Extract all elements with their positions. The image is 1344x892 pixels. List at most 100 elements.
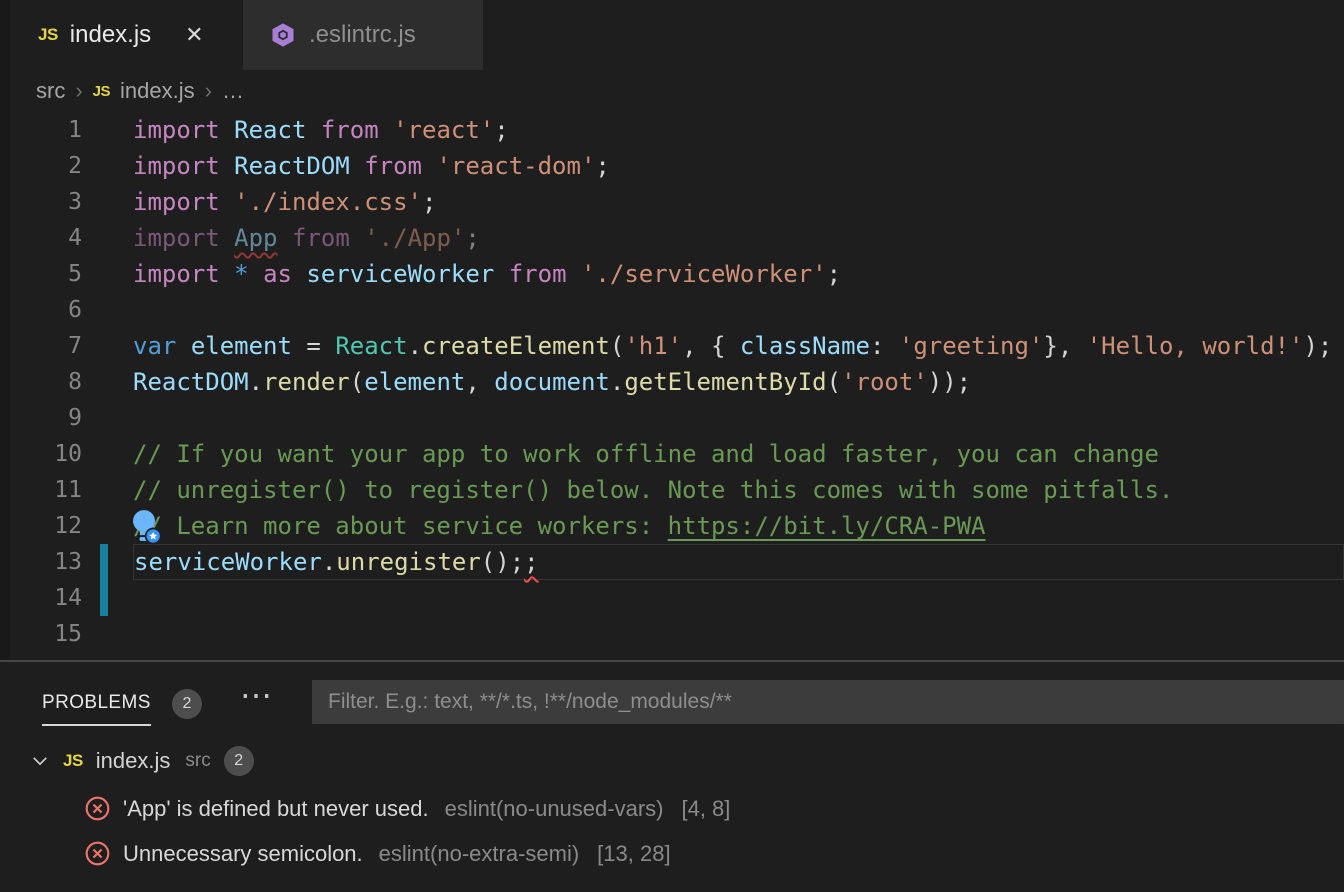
code-token: import	[133, 260, 220, 288]
code-token: // If you want your app to work offline …	[133, 440, 1159, 468]
code-text[interactable]: ReactDOM.render(element, document.getEle…	[133, 364, 1344, 400]
code-line-10[interactable]: 10// If you want your app to work offlin…	[0, 436, 1344, 472]
breadcrumb-ellipsis[interactable]: …	[222, 78, 244, 104]
code-token: serviceWorker	[306, 260, 494, 288]
js-file-icon: JS	[63, 751, 83, 771]
code-line-8[interactable]: 8ReactDOM.render(element, document.getEl…	[0, 364, 1344, 400]
code-text[interactable]: import ReactDOM from 'react-dom';	[133, 148, 1344, 184]
problem-position: [4, 8]	[681, 796, 730, 822]
code-token	[278, 224, 292, 252]
line-number[interactable]: 14	[0, 585, 133, 611]
code-line-9[interactable]: 9	[0, 400, 1344, 436]
code-token	[567, 260, 581, 288]
code-token: (	[827, 368, 841, 396]
chevron-down-icon[interactable]	[30, 751, 50, 771]
code-token: import	[133, 188, 220, 216]
code-token: element	[364, 368, 465, 396]
eslint-icon	[269, 21, 297, 49]
code-token: ));	[928, 368, 971, 396]
file-path: src	[185, 750, 210, 772]
line-number[interactable]: 11	[0, 477, 133, 503]
tab-label: .eslintrc.js	[309, 21, 416, 49]
line-number[interactable]: 4	[0, 225, 133, 251]
code-line-1[interactable]: 1import React from 'react';	[0, 112, 1344, 148]
line-number[interactable]: 8	[0, 369, 133, 395]
error-icon	[84, 840, 111, 867]
code-token: './serviceWorker'	[581, 260, 827, 288]
code-text[interactable]: // unregister() to register() below. Not…	[133, 472, 1344, 508]
code-token	[220, 224, 234, 252]
code-token: 'root'	[841, 368, 928, 396]
line-number[interactable]: 3	[0, 189, 133, 215]
code-line-5[interactable]: 5import * as serviceWorker from './servi…	[0, 256, 1344, 292]
code-token: React	[335, 332, 407, 360]
problem-source: eslint(no-extra-semi)	[379, 841, 580, 867]
problems-tab[interactable]: PROBLEMS	[42, 692, 151, 726]
code-token: from	[509, 260, 567, 288]
code-line-2[interactable]: 2import ReactDOM from 'react-dom';	[0, 148, 1344, 184]
code-text[interactable]: serviceWorker.unregister();;	[133, 544, 1344, 580]
code-token: import	[133, 116, 220, 144]
line-number[interactable]: 13	[0, 549, 133, 575]
code-token	[494, 260, 508, 288]
code-token: App	[234, 224, 277, 252]
tab-eslintrc-js[interactable]: .eslintrc.js	[243, 0, 483, 70]
line-number[interactable]: 12	[0, 513, 133, 539]
code-text[interactable]: // If you want your app to work offline …	[133, 436, 1344, 472]
problem-row-1[interactable]: 'App' is defined but never used.eslint(n…	[0, 786, 1344, 831]
code-token: .	[408, 332, 422, 360]
line-number[interactable]: 10	[0, 441, 133, 467]
code-text[interactable]	[133, 292, 1344, 328]
lightbulb-quickfix-icon[interactable]	[124, 506, 164, 546]
js-file-icon: JS	[38, 25, 58, 45]
problems-file-group[interactable]: JS index.js src 2	[0, 738, 1344, 784]
code-text[interactable]: import * as serviceWorker from './servic…	[133, 256, 1344, 292]
breadcrumb-item-src[interactable]: src	[36, 78, 65, 104]
code-text[interactable]	[133, 400, 1344, 436]
more-actions-button[interactable]: ⋯	[240, 676, 274, 714]
code-token	[220, 116, 234, 144]
code-line-14[interactable]: 14	[0, 580, 1344, 616]
line-number[interactable]: 15	[0, 621, 133, 647]
code-line-7[interactable]: 7var element = React.createElement('h1',…	[0, 328, 1344, 364]
line-number[interactable]: 7	[0, 333, 133, 359]
line-number[interactable]: 1	[0, 117, 133, 143]
code-text[interactable]: import App from './App';	[133, 220, 1344, 256]
code-token: ();	[481, 548, 524, 576]
tab-index-js[interactable]: JS index.js ✕	[10, 0, 240, 70]
code-token: ReactDOM	[133, 368, 249, 396]
code-text[interactable]: var element = React.createElement('h1', …	[133, 328, 1344, 364]
code-token: serviceWorker	[134, 548, 322, 576]
code-line-11[interactable]: 11// unregister() to register() below. N…	[0, 472, 1344, 508]
code-line-3[interactable]: 3import './index.css';	[0, 184, 1344, 220]
code-token: 'react'	[393, 116, 494, 144]
code-token: ;	[422, 188, 436, 216]
breadcrumb-item-file[interactable]: index.js	[120, 78, 195, 104]
file-name: index.js	[96, 748, 171, 774]
tab-label: index.js	[70, 21, 151, 49]
code-text[interactable]: import './index.css';	[133, 184, 1344, 220]
code-token: './App'	[364, 224, 465, 252]
code-line-13[interactable]: 13serviceWorker.unregister();;	[0, 544, 1344, 580]
code-text[interactable]: import React from 'react';	[133, 112, 1344, 148]
code-line-6[interactable]: 6	[0, 292, 1344, 328]
line-number[interactable]: 5	[0, 261, 133, 287]
problems-filter-input[interactable]	[312, 680, 1344, 724]
code-text[interactable]: // Learn more about service workers: htt…	[133, 508, 1344, 544]
problems-panel: PROBLEMS 2 ⋯ JS index.js src 2 'App' is …	[0, 660, 1344, 892]
code-token	[422, 152, 436, 180]
problem-row-2[interactable]: Unnecessary semicolon. eslint(no-extra-se…	[0, 831, 1344, 876]
problem-message: Unnecessary semicolon.	[123, 841, 363, 867]
code-text[interactable]	[133, 580, 1344, 616]
line-number[interactable]: 9	[0, 405, 133, 431]
chevron-right-icon: ›	[205, 78, 212, 104]
code-line-12[interactable]: 12// Learn more about service workers: h…	[0, 508, 1344, 544]
comment-link[interactable]: https://bit.ly/CRA-PWA	[668, 512, 986, 540]
close-icon[interactable]: ✕	[185, 24, 203, 46]
line-number[interactable]: 6	[0, 297, 133, 323]
code-text[interactable]	[133, 616, 1344, 652]
line-number[interactable]: 2	[0, 153, 133, 179]
code-line-4[interactable]: 4import App from './App';	[0, 220, 1344, 256]
code-line-15[interactable]: 15	[0, 616, 1344, 652]
code-token: var	[133, 332, 176, 360]
